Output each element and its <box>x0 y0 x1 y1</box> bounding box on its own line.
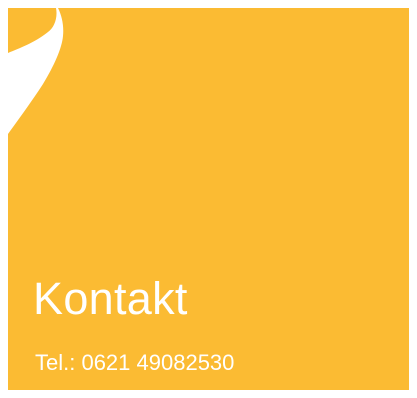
white-swoosh-shape <box>8 8 64 134</box>
contact-title: Kontakt <box>33 273 188 324</box>
phone-number-link[interactable]: Tel.: 0621 49082530 <box>35 352 234 374</box>
page: Kontakt Tel.: 0621 49082530 <box>0 0 417 398</box>
contact-card[interactable]: Kontakt Tel.: 0621 49082530 <box>8 8 409 390</box>
